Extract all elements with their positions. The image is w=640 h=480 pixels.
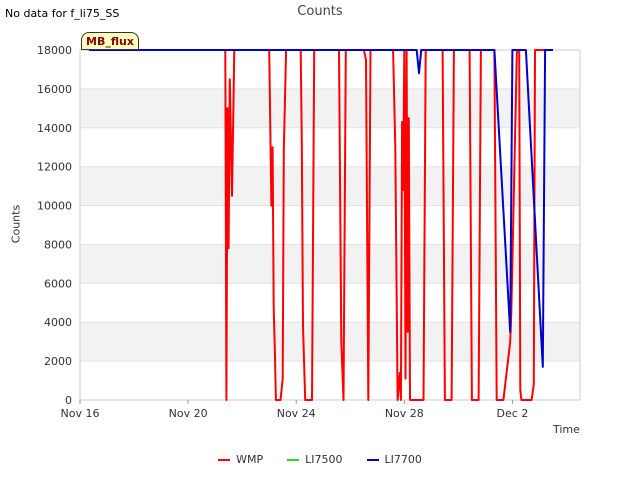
y-tick-label: 0 xyxy=(65,394,72,407)
x-tick-label: Nov 28 xyxy=(385,407,424,420)
y-tick-label: 6000 xyxy=(44,277,72,290)
grid-band xyxy=(80,322,580,362)
chart-plot: 0 2000 4000 6000 8000 10000 12000 14000 16000 180… xyxy=(37,44,581,420)
legend-label-li7500: LI7500 xyxy=(305,453,343,466)
grid-band xyxy=(80,88,580,128)
y-tick-label: 18000 xyxy=(37,44,72,57)
legend-swatch-li7700 xyxy=(366,458,379,461)
grid-band xyxy=(80,166,580,206)
x-tick-label: Nov 24 xyxy=(277,407,316,420)
y-tick-label: 8000 xyxy=(44,238,72,251)
legend-swatch-li7500 xyxy=(287,458,300,461)
y-tick-label: 4000 xyxy=(44,316,72,329)
legend-label-li7700: LI7700 xyxy=(384,453,422,466)
legend: WMP LI7500 LI7700 xyxy=(0,453,640,466)
y-tick-label: 2000 xyxy=(44,355,72,368)
y-axis-label: Counts xyxy=(9,204,23,244)
x-tick-label: Nov 20 xyxy=(169,407,208,420)
x-axis-label: Time xyxy=(553,423,580,436)
y-tick-label: 16000 xyxy=(37,83,72,96)
legend-item-li7500: LI7500 xyxy=(287,453,343,466)
y-tick-label: 14000 xyxy=(37,122,72,135)
legend-item-wmp: WMP xyxy=(218,453,263,466)
legend-label-wmp: WMP xyxy=(236,453,264,466)
y-tick-label: 10000 xyxy=(37,200,72,213)
x-tick-label: Dec 2 xyxy=(497,407,529,420)
legend-item-li7700: LI7700 xyxy=(366,453,422,466)
y-tick-label: 12000 xyxy=(37,161,72,174)
site-badge: MB_flux xyxy=(81,32,139,50)
legend-swatch-wmp xyxy=(218,458,231,461)
x-tick-label: Nov 16 xyxy=(61,407,100,420)
